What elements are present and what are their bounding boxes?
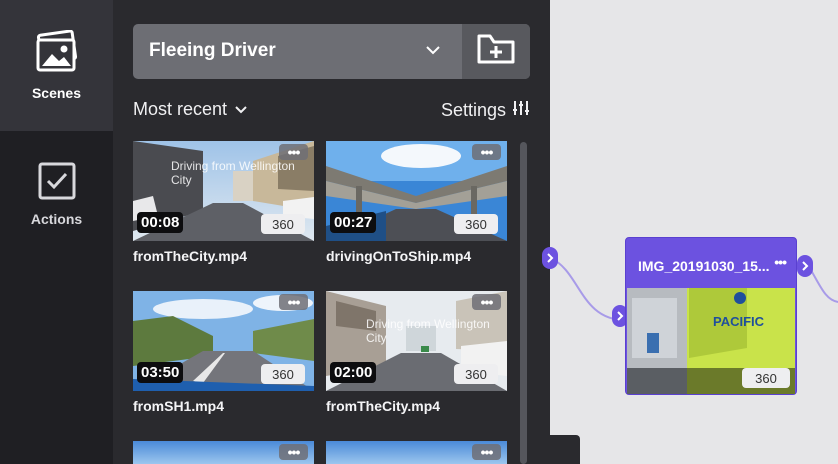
more-options-icon[interactable]: ••• <box>472 144 501 160</box>
360-badge: 360 <box>261 364 305 384</box>
media-thumbnail[interactable]: ••• 00:27 360 <box>326 141 507 241</box>
video-overlay-text: Driving from Wellington City <box>171 159 295 187</box>
media-thumbnail[interactable]: Driving from Wellington City ••• 00:08 3… <box>133 141 314 241</box>
chevron-right-icon <box>802 261 809 271</box>
360-badge: 360 <box>454 214 498 234</box>
360-badge: 360 <box>261 214 305 234</box>
media-filename: fromSH1.mp4 <box>133 398 225 414</box>
more-options-icon[interactable]: ••• <box>279 444 308 460</box>
more-options-icon[interactable]: ••• <box>279 294 308 310</box>
more-options-icon[interactable]: ••• <box>774 254 787 270</box>
duration-badge: 03:50 <box>137 362 184 383</box>
nav-item-scenes[interactable]: Scenes <box>0 0 113 131</box>
media-filename: drivingOnToShip.mp4 <box>326 248 472 264</box>
node-image-text: PACIFIC <box>713 314 765 329</box>
media-thumbnail[interactable]: ••• <box>133 441 314 464</box>
video-overlay-text: Driving from Wellington City <box>366 317 490 345</box>
media-thumbnail[interactable]: ••• 03:50 360 <box>133 291 314 391</box>
node-title: IMG_20191030_15... <box>638 258 770 274</box>
360-badge: 360 <box>742 368 790 388</box>
media-thumbnail[interactable]: Driving from Wellington City ••• 02:00 3… <box>326 291 507 391</box>
media-panel: Fleeing Driver Most recent Settings Driv… <box>113 0 550 464</box>
nav-label-actions: Actions <box>30 211 83 227</box>
folder-plus-icon <box>476 32 516 71</box>
scrollbar[interactable] <box>520 142 527 464</box>
chevron-right-icon <box>617 311 624 321</box>
nav-item-actions[interactable]: Actions <box>0 131 113 241</box>
settings-label: Settings <box>440 100 506 120</box>
scene-node[interactable]: IMG_20191030_15... ••• PACIFIC 360 <box>625 237 797 395</box>
output-port[interactable] <box>542 247 558 269</box>
media-filename: fromTheCity.mp4 <box>326 398 441 414</box>
duration-badge: 00:08 <box>137 212 184 233</box>
checkbox-icon <box>38 162 76 205</box>
media-filename: fromTheCity.mp4 <box>133 248 248 264</box>
sort-dropdown[interactable]: Most recent <box>133 99 247 120</box>
nav-label-scenes: Scenes <box>31 85 82 101</box>
duration-badge: 00:27 <box>330 212 377 233</box>
photos-icon <box>34 29 80 79</box>
project-selector[interactable]: Fleeing Driver <box>133 24 530 79</box>
sort-label: Most recent <box>133 99 228 119</box>
more-options-icon[interactable]: ••• <box>279 144 308 160</box>
new-folder-button[interactable] <box>462 24 530 79</box>
settings-button[interactable]: Settings <box>441 99 530 122</box>
media-thumbnail[interactable]: ••• <box>326 441 507 464</box>
chevron-right-icon <box>547 253 554 263</box>
more-options-icon[interactable]: ••• <box>472 294 501 310</box>
project-name: Fleeing Driver <box>149 40 276 61</box>
chevron-down-icon <box>425 42 441 63</box>
sliders-icon <box>512 99 530 122</box>
360-badge: 360 <box>454 364 498 384</box>
output-port[interactable] <box>797 255 813 277</box>
duration-badge: 02:00 <box>330 362 377 383</box>
chevron-down-icon <box>235 99 247 120</box>
panel-tab <box>550 435 580 464</box>
more-options-icon[interactable]: ••• <box>472 444 501 460</box>
left-nav: Scenes Actions <box>0 0 113 464</box>
